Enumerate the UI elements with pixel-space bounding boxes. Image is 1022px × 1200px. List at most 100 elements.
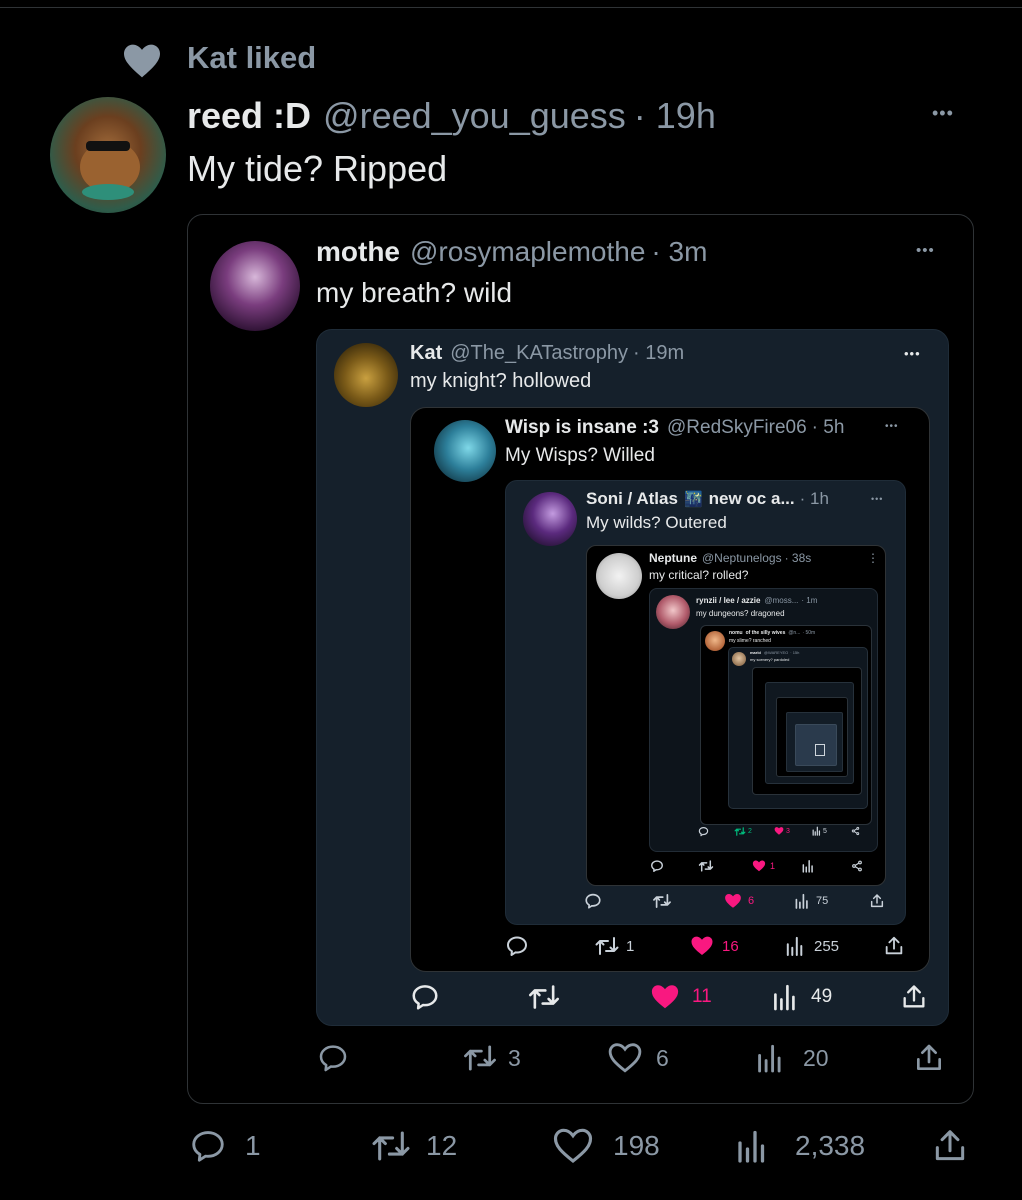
like-button[interactable]: 6 xyxy=(608,1042,669,1074)
views-icon xyxy=(786,934,804,958)
quote-time[interactable]: · 1h xyxy=(800,489,829,509)
views-button[interactable]: 255 xyxy=(786,934,839,958)
quote-author-name[interactable]: nomu xyxy=(729,630,743,636)
like-count: 3 xyxy=(786,827,790,835)
reply-icon xyxy=(505,934,529,958)
share-button[interactable] xyxy=(883,934,905,958)
views-button[interactable] xyxy=(802,859,817,873)
share-icon xyxy=(883,934,905,958)
quote-time[interactable]: · 3m xyxy=(651,236,707,268)
like-button[interactable]: 3 xyxy=(774,826,790,836)
quote-text: my slime? ranched xyxy=(729,638,771,644)
quote-header: Wisp is insane :3 @RedSkyFire06 · 5h xyxy=(505,417,844,439)
author-name[interactable]: reed :D xyxy=(187,95,311,137)
reply-icon xyxy=(584,892,602,910)
avatar[interactable] xyxy=(434,420,496,482)
quote-time[interactable]: · 5h xyxy=(812,417,845,439)
quote-time[interactable]: · 1m xyxy=(801,596,817,605)
quote-author-name[interactable]: rynzii / lee / azzie xyxy=(696,596,760,605)
more-options-button[interactable]: ••• xyxy=(916,242,935,259)
share-button[interactable] xyxy=(931,1127,969,1165)
share-button[interactable] xyxy=(869,892,885,910)
avatar[interactable] xyxy=(656,595,690,629)
tweet-time[interactable]: · 19h xyxy=(634,95,716,137)
views-button[interactable]: 20 xyxy=(757,1042,829,1074)
quote-time[interactable]: · 38s xyxy=(785,551,812,565)
more-options-button[interactable]: ••• xyxy=(885,421,899,432)
views-icon xyxy=(757,1042,783,1074)
share-icon xyxy=(869,892,885,910)
views-button[interactable]: 75 xyxy=(795,892,828,910)
avatar[interactable] xyxy=(705,631,725,651)
quote-author-handle[interactable]: @The_KATastrophy xyxy=(450,342,628,365)
quote-time[interactable]: · 15h xyxy=(790,650,799,655)
retweet-button[interactable]: 3 xyxy=(462,1042,521,1074)
quote-author-handle[interactable]: @WAREYEO xyxy=(764,650,788,655)
more-options-button[interactable]: ⋮ xyxy=(867,551,880,565)
reply-button[interactable] xyxy=(650,859,664,873)
heart-icon xyxy=(122,43,162,84)
avatar[interactable] xyxy=(50,97,166,213)
retweet-button[interactable]: 12 xyxy=(370,1127,457,1165)
retweet-button[interactable] xyxy=(652,892,672,910)
more-options-button[interactable]: ••• xyxy=(904,346,921,361)
avatar[interactable] xyxy=(732,652,746,666)
quote-author-handle[interactable]: @Neptunelogs xyxy=(702,551,782,565)
quote-author-name[interactable]: marbl xyxy=(750,650,761,655)
heart-filled-icon xyxy=(724,892,742,910)
like-button[interactable]: 198 xyxy=(553,1127,660,1165)
quote-author-name[interactable]: Wisp is insane :3 xyxy=(505,417,659,439)
avatar[interactable] xyxy=(334,343,398,407)
reply-button[interactable] xyxy=(505,934,529,958)
like-button[interactable]: 11 xyxy=(650,982,712,1012)
share-button[interactable] xyxy=(851,826,860,836)
retweet-button[interactable]: 1 xyxy=(594,934,634,958)
quote-author-name[interactable]: Soni / Atlas xyxy=(586,489,678,509)
quote-author-handle[interactable]: @moss... xyxy=(764,596,798,605)
quote-time[interactable]: · 19m xyxy=(633,342,684,365)
quote-time[interactable]: · 50m xyxy=(802,630,815,636)
quote-author-handle[interactable]: @n... xyxy=(788,630,800,636)
views-icon xyxy=(773,982,797,1012)
quote-author-name-suffix[interactable]: new oc a... xyxy=(709,489,795,509)
author-handle[interactable]: @reed_you_guess xyxy=(323,95,626,137)
more-options-button[interactable]: ••• xyxy=(932,103,954,124)
emoji-badge: 🌃 xyxy=(683,491,703,508)
heart-filled-icon xyxy=(690,934,714,958)
reply-icon xyxy=(317,1042,349,1074)
reply-button[interactable]: 1 xyxy=(189,1127,261,1165)
like-button[interactable]: 6 xyxy=(724,892,754,910)
quote-author-name[interactable]: mothe xyxy=(316,236,400,268)
quote-author-name[interactable]: Kat xyxy=(410,342,442,365)
reply-button[interactable] xyxy=(698,826,709,837)
quote-author-handle[interactable]: @rosymaplemothe xyxy=(410,236,645,268)
quote-header: Neptune @Neptunelogs · 38s xyxy=(649,551,811,565)
quote-author-name[interactable]: Neptune xyxy=(649,551,697,565)
avatar[interactable] xyxy=(210,241,300,331)
reply-button[interactable] xyxy=(410,982,440,1012)
like-button[interactable]: 1 xyxy=(752,859,775,873)
avatar[interactable] xyxy=(596,553,642,599)
avatar[interactable] xyxy=(523,492,577,546)
views-button[interactable]: 5 xyxy=(812,826,827,836)
share-button[interactable] xyxy=(900,982,928,1012)
retweet-button[interactable] xyxy=(527,982,561,1012)
retweet-button[interactable] xyxy=(698,859,718,873)
retweet-count: 2 xyxy=(748,828,752,835)
quote-author-name-suffix[interactable]: of the silly wives xyxy=(746,630,786,636)
share-button[interactable] xyxy=(913,1042,945,1074)
quote-header: Kat @The_KATastrophy · 19m xyxy=(410,342,684,365)
like-button[interactable]: 16 xyxy=(690,934,739,958)
quote-author-handle[interactable]: @RedSkyFire06 xyxy=(667,417,807,439)
quote-header: rynzii / lee / azzie @moss... · 1m xyxy=(696,596,817,605)
share-icon xyxy=(900,982,928,1012)
reply-button[interactable] xyxy=(584,892,602,910)
share-button[interactable] xyxy=(851,859,863,873)
reply-button[interactable] xyxy=(317,1042,349,1074)
views-button[interactable]: 2,338 xyxy=(737,1127,865,1165)
retweet-icon xyxy=(462,1042,498,1074)
retweet-icon xyxy=(734,826,746,837)
views-button[interactable]: 49 xyxy=(773,982,832,1012)
retweet-button[interactable]: 2 xyxy=(734,826,752,837)
more-options-button[interactable]: ••• xyxy=(871,494,883,504)
